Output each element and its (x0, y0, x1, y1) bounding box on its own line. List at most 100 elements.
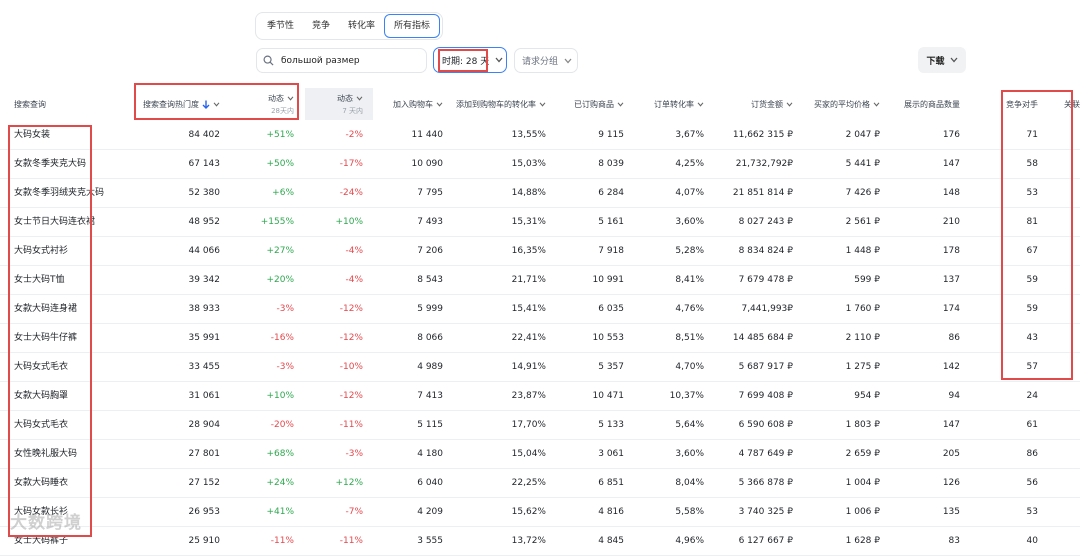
table-row[interactable]: 大码女款长衫 26 953 +41% -7% 4 209 15,62% 4 816 5,58%… (0, 498, 1080, 527)
ordered-items-cell: 5 357 (598, 362, 624, 372)
table-row[interactable]: 女士大码T恤 39 342 +20% -4% 8 543 21,71% 10 991 8,41… (0, 266, 1080, 295)
chevron-down-icon (213, 101, 220, 107)
order-conversion-cell: 8,51% (675, 333, 704, 343)
ordered-items-cell: 5 161 (598, 217, 624, 227)
avg-price-cell: 1 275 ₽ (845, 362, 880, 372)
dynamics-7d-cell: -12% (339, 304, 363, 314)
add-to-cart-cell: 4 180 (417, 449, 443, 459)
chevron-down-icon (786, 101, 793, 107)
search-box[interactable] (256, 48, 427, 73)
table-row[interactable]: 女士大码裤子 25 910 -11% -11% 3 555 13,72% 4 845 4,96… (0, 527, 1080, 556)
add-to-cart-cell: 8 066 (417, 333, 443, 343)
competitors-cell: 81 (1026, 217, 1038, 227)
add-to-cart-cell: 7 413 (417, 391, 443, 401)
order-sum-cell: 5 687 917 ₽ (738, 362, 793, 372)
competitors-cell: 40 (1026, 536, 1038, 546)
tab-competition[interactable]: 竞争 (303, 15, 339, 37)
popularity-cell: 44 066 (188, 246, 221, 256)
col-extra[interactable]: 关联 (1064, 88, 1080, 120)
cart-conversion-cell: 22,25% (511, 478, 546, 488)
dynamics-28d-cell: +6% (272, 188, 294, 198)
query-cell[interactable]: 女士节日大码连衣裙 (14, 208, 95, 236)
add-to-cart-cell: 4 989 (417, 362, 443, 372)
download-button[interactable]: 下载 (918, 47, 966, 73)
competitors-cell: 58 (1026, 159, 1038, 169)
query-cell[interactable]: 女士大码牛仔裤 (14, 324, 77, 352)
col-dynamics-7d[interactable]: 动态 7 天内 (337, 88, 363, 120)
dynamics-28d-cell: +24% (266, 478, 294, 488)
col-add-to-cart[interactable]: 加入购物车 (393, 88, 443, 120)
query-cell[interactable]: 大码女式衬衫 (14, 237, 68, 265)
query-cell[interactable]: 女性晚礼服大码 (14, 440, 77, 468)
query-cell[interactable]: 女款大码睡衣 (14, 469, 68, 497)
add-to-cart-cell: 7 206 (417, 246, 443, 256)
col-competitors[interactable]: 竞争对手 (1006, 88, 1038, 120)
table-row[interactable]: 女款冬季夹克大码 67 143 +50% -17% 10 090 15,03% 8 039 4… (0, 150, 1080, 179)
popularity-cell: 27 152 (188, 478, 221, 488)
query-group-select[interactable]: 请求分组 (514, 48, 578, 73)
col-ordered-items[interactable]: 已订购商品 (574, 88, 624, 120)
dynamics-28d-cell: +68% (266, 449, 294, 459)
query-cell[interactable]: 女款大码胸罩 (14, 382, 68, 410)
query-cell[interactable]: 大码女式毛衣 (14, 353, 68, 381)
avg-price-cell: 1 004 ₽ (845, 478, 880, 488)
col-popularity[interactable]: 搜索查询热门度 (143, 88, 220, 120)
add-to-cart-cell: 6 040 (417, 478, 443, 488)
ordered-items-cell: 10 471 (592, 391, 625, 401)
table-row[interactable]: 大码女式毛衣 33 455 -3% -10% 4 989 14,91% 5 357 4,70%… (0, 353, 1080, 382)
ordered-items-cell: 6 284 (598, 188, 624, 198)
tab-seasonality[interactable]: 季节性 (258, 15, 303, 37)
chevron-down-icon (539, 101, 546, 107)
query-cell[interactable]: 大码女式毛衣 (14, 411, 68, 439)
popularity-cell: 27 801 (188, 449, 221, 459)
competitors-cell: 59 (1026, 275, 1038, 285)
table-row[interactable]: 女士大码牛仔裤 35 991 -16% -12% 8 066 22,41% 10 553 8,… (0, 324, 1080, 353)
col-query[interactable]: 搜索查询 (14, 88, 46, 120)
search-input[interactable] (279, 54, 423, 67)
col-avg-price[interactable]: 买家的平均价格 (814, 88, 880, 120)
popularity-cell: 25 910 (188, 536, 221, 546)
order-sum-cell: 21 851 814 ₽ (732, 188, 793, 198)
order-conversion-cell: 5,28% (675, 246, 704, 256)
table-row[interactable]: 女款大码睡衣 27 152 +24% +12% 6 040 22,25% 6 851 8,04… (0, 469, 1080, 498)
col-dynamics-28d[interactable]: 动态 28天内 (268, 88, 294, 120)
query-cell[interactable]: 大码女装 (14, 121, 50, 149)
avg-price-cell: 599 ₽ (854, 275, 880, 285)
col-shown-items[interactable]: 展示的商品数量 (904, 88, 960, 120)
add-to-cart-cell: 3 555 (417, 536, 443, 546)
tab-all-metrics[interactable]: 所有指标 (384, 14, 441, 38)
query-cell[interactable]: 女款冬季夹克大码 (14, 150, 86, 178)
period-select[interactable]: 时期: 28 天 (433, 47, 507, 73)
col-order-sum[interactable]: 订货金额 (751, 88, 793, 120)
shown-items-cell: 174 (942, 304, 960, 314)
query-cell[interactable]: 女士大码T恤 (14, 266, 65, 294)
search-icon (263, 55, 274, 66)
dynamics-7d-cell: -12% (339, 333, 363, 343)
table-row[interactable]: 大码女装 84 402 +51% -2% 11 440 13,55% 9 115 3,67% 1… (0, 121, 1080, 150)
order-sum-cell: 8 027 243 ₽ (738, 217, 793, 227)
watermark: 大数跨境 (10, 513, 82, 533)
table-row[interactable]: 女款大码连身裙 38 933 -3% -12% 5 999 15,41% 6 035 4,76… (0, 295, 1080, 324)
popularity-cell: 26 953 (188, 507, 221, 517)
avg-price-cell: 5 441 ₽ (845, 159, 880, 169)
dynamics-7d-cell: +10% (335, 217, 363, 227)
table-row[interactable]: 大码女式衬衫 44 066 +27% -4% 7 206 16,35% 7 918 5,28%… (0, 237, 1080, 266)
add-to-cart-cell: 5 999 (417, 304, 443, 314)
query-cell[interactable]: 女款冬季羽绒夹克大码 (14, 179, 104, 207)
table-header: 搜索查询 搜索查询热门度 动态 28天内 动态 7 天内 加入购物车 添加到购物… (0, 88, 1080, 120)
col-order-conversion[interactable]: 订单转化率 (654, 88, 704, 120)
table-row[interactable]: 女款大码胸罩 31 061 +10% -12% 7 413 23,87% 10 471 10,… (0, 382, 1080, 411)
cart-conversion-cell: 21,71% (511, 275, 546, 285)
table-row[interactable]: 大码女式毛衣 28 904 -20% -11% 5 115 17,70% 5 133 5,64… (0, 411, 1080, 440)
avg-price-cell: 2 659 ₽ (845, 449, 880, 459)
ordered-items-cell: 5 133 (598, 420, 624, 430)
query-cell[interactable]: 女款大码连身裙 (14, 295, 77, 323)
table-row[interactable]: 女士节日大码连衣裙 48 952 +155% +10% 7 493 15,31% 5 161… (0, 208, 1080, 237)
tab-conversion[interactable]: 转化率 (339, 15, 384, 37)
order-conversion-cell: 3,67% (675, 130, 704, 140)
popularity-cell: 48 952 (188, 217, 221, 227)
avg-price-cell: 2 110 ₽ (845, 333, 880, 343)
table-row[interactable]: 女款冬季羽绒夹克大码 52 380 +6% -24% 7 795 14,88% 6 284 4… (0, 179, 1080, 208)
col-cart-conversion[interactable]: 添加到购物车的转化率 (456, 88, 546, 120)
table-row[interactable]: 女性晚礼服大码 27 801 +68% -3% 4 180 15,04% 3 061 3,60… (0, 440, 1080, 469)
